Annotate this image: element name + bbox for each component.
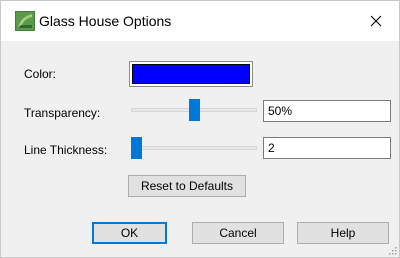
transparency-slider-thumb[interactable] <box>188 99 200 121</box>
color-label: Color: <box>24 67 57 81</box>
color-swatch-button[interactable] <box>129 61 253 87</box>
close-icon <box>370 15 382 27</box>
line-thickness-label: Line Thickness: <box>24 143 108 157</box>
line-thickness-field[interactable]: 2 <box>263 137 391 159</box>
close-button[interactable] <box>353 1 399 41</box>
reset-to-defaults-button[interactable]: Reset to Defaults <box>128 175 246 197</box>
line-thickness-slider-track <box>131 146 257 150</box>
transparency-slider[interactable] <box>131 99 257 121</box>
glass-house-app-icon <box>15 11 35 31</box>
help-button[interactable]: Help <box>297 222 389 244</box>
glass-house-options-dialog: Glass House Options Color: Transparency:… <box>0 0 400 258</box>
title-bar[interactable]: Glass House Options <box>1 1 399 41</box>
line-thickness-slider[interactable] <box>131 137 257 159</box>
ok-button[interactable]: OK <box>92 222 167 244</box>
resize-grip-icon[interactable] <box>387 245 397 255</box>
transparency-label: Transparency: <box>24 106 101 120</box>
dialog-title: Glass House Options <box>39 13 172 29</box>
transparency-field[interactable]: 50% <box>263 100 391 122</box>
cancel-button[interactable]: Cancel <box>192 222 284 244</box>
color-swatch-fill <box>132 64 250 84</box>
line-thickness-slider-thumb[interactable] <box>131 137 142 159</box>
